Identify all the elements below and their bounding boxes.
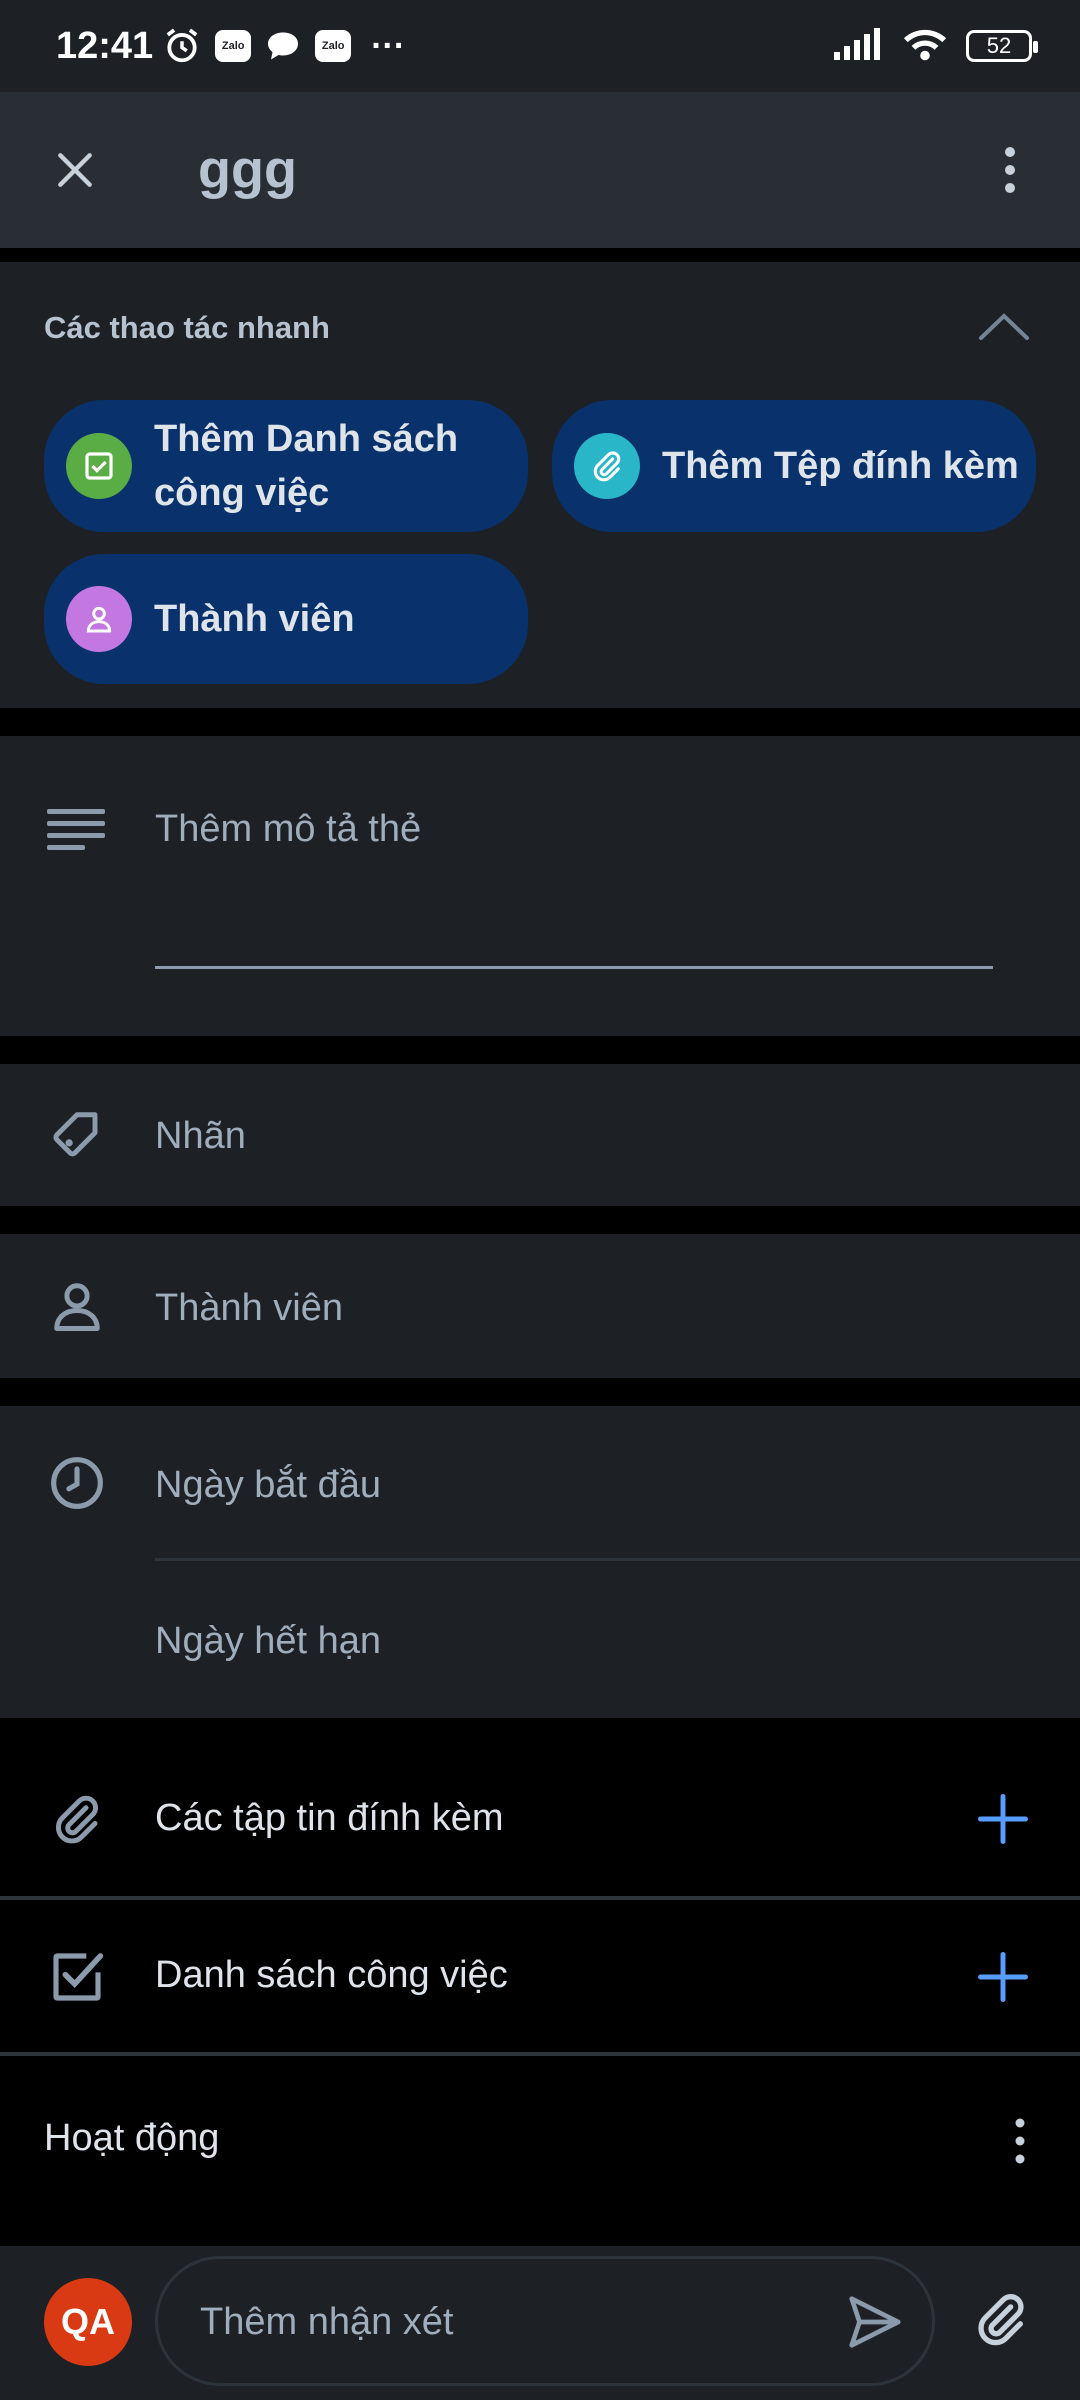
send-icon <box>849 2296 901 2348</box>
add-checklist-button[interactable] <box>970 1944 1036 2010</box>
zalo-notification-text: Zalo <box>221 40 245 52</box>
add-checklist-chip[interactable]: Thêm Danh sách công việc <box>44 400 528 532</box>
card-header: ggg <box>0 92 1080 248</box>
chevron-up-icon <box>979 313 1029 340</box>
checklist-icon <box>66 433 132 499</box>
zalo-notification-icon: Zalo <box>315 30 352 62</box>
members-text: Thành viên <box>155 1287 344 1329</box>
quick-actions-title: Các thao tác nhanh <box>44 310 330 345</box>
tag-icon <box>44 1102 110 1168</box>
add-checklist-label: Thêm Danh sách công việc <box>154 418 459 514</box>
signal-icon <box>834 27 884 65</box>
more-notifications-icon: ··· <box>371 26 406 65</box>
attachments-divider <box>0 1896 1080 1900</box>
zalo-notification-icon: Zalo <box>215 30 252 62</box>
send-button[interactable] <box>844 2291 906 2358</box>
add-attachment-label: Thêm Tệp đính kèm <box>662 445 1019 487</box>
wifi-icon <box>902 26 948 67</box>
paperclip-icon <box>574 433 640 499</box>
checklist-label: Danh sách công việc <box>155 1954 508 1996</box>
paperclip-icon <box>44 1786 110 1852</box>
zalo-notification-text: Zalo <box>321 40 345 52</box>
status-time: 12:41 <box>56 24 154 67</box>
members-chip[interactable]: Thành viên <box>44 554 528 684</box>
alarm-icon <box>163 27 201 65</box>
start-date-field[interactable]: Ngày bắt đầu <box>155 1464 381 1507</box>
comment-placeholder: Thêm nhận xét <box>200 2301 454 2343</box>
plus-icon <box>978 1794 1028 1844</box>
person-icon <box>44 1273 110 1339</box>
plus-icon <box>978 1952 1028 2002</box>
members-chip-label: Thành viên <box>154 598 355 640</box>
battery-indicator: 52 <box>966 30 1038 62</box>
member-icon <box>66 586 132 652</box>
status-bar: 12:41 Zalo Zalo ··· 52 <box>0 0 1080 92</box>
collapse-quick-actions-button[interactable] <box>978 306 1030 351</box>
checklist-divider <box>0 2052 1080 2056</box>
attachments-label: Các tập tin đính kèm <box>155 1797 504 1839</box>
attach-file-button[interactable] <box>972 2290 1030 2353</box>
activity-menu-button[interactable] <box>1000 2114 1040 2168</box>
more-vertical-icon <box>1005 147 1015 193</box>
chat-bubble-icon <box>265 29 301 63</box>
dates-divider <box>155 1558 1080 1561</box>
activity-title: Hoạt động <box>44 2117 220 2159</box>
paperclip-icon <box>978 2294 1024 2346</box>
dates-panel <box>0 1406 1080 1718</box>
labels-text: Nhãn <box>155 1115 246 1157</box>
checkbox-icon <box>44 1944 110 2010</box>
card-title[interactable]: ggg <box>198 139 297 201</box>
add-attachment-chip[interactable]: Thêm Tệp đính kèm <box>552 400 1036 532</box>
clock-icon <box>44 1450 110 1516</box>
comment-bar: QA Thêm nhận xét <box>0 2246 1080 2400</box>
card-menu-button[interactable] <box>940 92 1080 248</box>
description-panel <box>0 736 1080 1036</box>
avatar[interactable]: QA <box>44 2278 132 2366</box>
due-date-field[interactable]: Ngày hết hạn <box>155 1620 381 1663</box>
close-button[interactable] <box>0 92 150 248</box>
comment-input[interactable]: Thêm nhận xét <box>155 2256 935 2386</box>
description-underline <box>155 966 993 969</box>
description-input[interactable]: Thêm mô tả thẻ <box>155 808 421 851</box>
add-attachment-button[interactable] <box>970 1786 1036 1852</box>
more-vertical-icon <box>1015 2118 1025 2164</box>
close-icon <box>58 153 92 187</box>
description-icon <box>44 796 110 862</box>
